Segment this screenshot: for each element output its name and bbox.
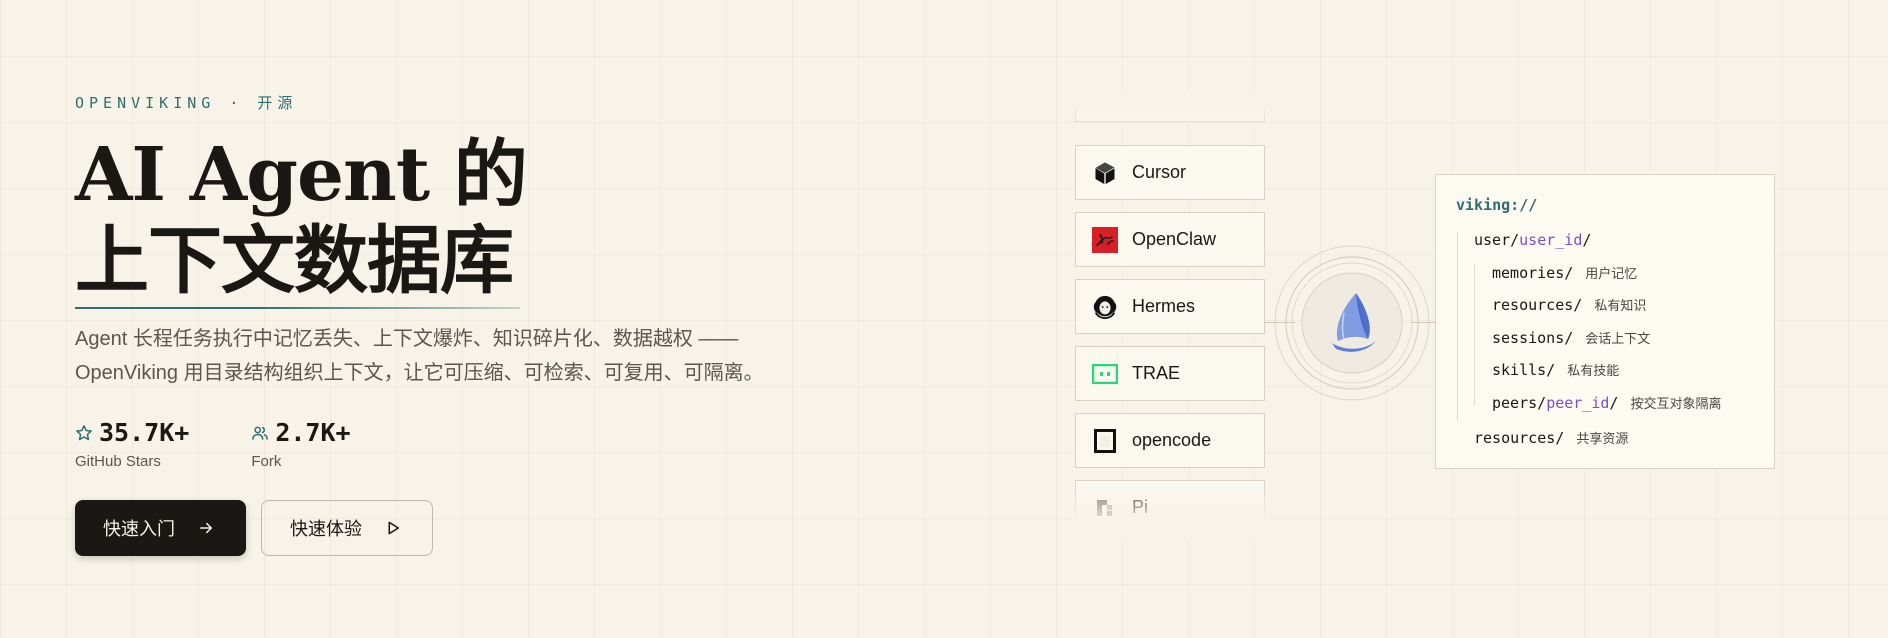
hero-section: OPENVIKING · 开源 AI Agent 的 上下文数据库 Agent …	[75, 0, 835, 638]
tree-row-peers: peers/peer_id/ 按交互对象隔离	[1492, 393, 1721, 412]
tree-row-sessions: sessions/ 会话上下文	[1492, 328, 1650, 347]
tree-note: 私有技能	[1567, 364, 1620, 379]
page-title: AI Agent 的 上下文数据库	[75, 132, 528, 304]
tree-path: memories/	[1492, 264, 1574, 282]
description-line-1: Agent 长程任务执行中记忆丢失、上下文爆炸、知识碎片化、数据越权 ——	[75, 328, 739, 350]
title-line-1: AI Agent 的	[75, 132, 528, 218]
forks-label: Fork	[251, 453, 282, 470]
trae-icon	[1092, 361, 1118, 387]
agent-list: Cursor OpenClaw Hermes TRAE opencode Pi	[1075, 95, 1265, 535]
tree-row-user: user/user_id/	[1474, 231, 1591, 249]
tree-root: viking://	[1456, 196, 1538, 214]
tree-row-skills: skills/ 私有技能	[1492, 360, 1619, 379]
opencode-icon	[1092, 428, 1118, 454]
tree-variable: user_id	[1519, 231, 1583, 249]
agent-name: OpenClaw	[1132, 229, 1217, 249]
tree-guide-line	[1474, 265, 1475, 405]
tree-note: 用户记忆	[1585, 267, 1638, 282]
tree-note: 共享资源	[1576, 432, 1629, 447]
agent-card-opencode: opencode	[1075, 413, 1265, 468]
quick-start-button[interactable]: 快速入门	[75, 500, 246, 556]
quick-try-label: 快速体验	[290, 519, 362, 539]
agent-name: Cursor	[1132, 162, 1187, 182]
stars-count: 35.7K+	[99, 418, 190, 447]
tree-note: 会话上下文	[1585, 332, 1651, 347]
tree-path: peers/	[1492, 394, 1547, 412]
title-underline	[75, 307, 520, 309]
title-line-2: 上下文数据库	[75, 218, 514, 304]
eyebrow-label: OPENVIKING · 开源	[75, 94, 298, 112]
agent-name: Hermes	[1132, 296, 1196, 316]
tree-path: sessions/	[1492, 329, 1574, 347]
tree-note: 私有知识	[1594, 299, 1647, 314]
agent-list-fade-top	[1070, 90, 1270, 130]
cursor-cube-icon	[1092, 160, 1118, 186]
stat-stars: 35.7K+ GitHub Stars	[75, 418, 189, 470]
tree-path: skills/	[1492, 361, 1556, 379]
tree-variable: peer_id	[1546, 394, 1610, 412]
tree-path-suffix: /	[1582, 231, 1592, 249]
description-line-2: OpenViking 用目录结构组织上下文，让它可压缩、可检索、可复用、可隔离。	[75, 362, 764, 384]
tree-row-shared-resources: resources/ 共享资源	[1474, 428, 1628, 447]
agent-list-fade-bottom	[1070, 480, 1270, 540]
tree-row-resources: resources/ 私有知识	[1492, 295, 1646, 314]
tree-path: resources/	[1474, 429, 1565, 447]
agent-card-openclaw: OpenClaw	[1075, 212, 1265, 267]
agent-name: TRAE	[1132, 363, 1181, 383]
play-icon	[388, 521, 399, 535]
cta-row: 快速入门 快速体验	[75, 500, 433, 556]
hub-logo	[1272, 243, 1432, 403]
tree-path-suffix: /	[1609, 394, 1619, 412]
openclaw-icon	[1092, 226, 1118, 253]
stat-forks: 2.7K+ Fork	[251, 418, 350, 470]
tree-note: 按交互对象隔离	[1630, 397, 1722, 412]
hermes-icon	[1092, 294, 1118, 320]
quick-start-label: 快速入门	[103, 519, 175, 539]
stats-row: 35.7K+ GitHub Stars 2.7K+ Fork	[75, 418, 351, 470]
agent-card-cursor: Cursor	[1075, 145, 1265, 200]
tree-guide-line	[1457, 231, 1458, 421]
forks-count: 2.7K+	[275, 418, 351, 447]
agent-card-hermes: Hermes	[1075, 279, 1265, 334]
star-icon	[76, 424, 92, 440]
tree-path: user/	[1474, 231, 1520, 249]
directory-tree-card: viking:// user/user_id/ memories/ 用户记忆 r…	[1435, 174, 1775, 469]
users-icon	[252, 426, 269, 440]
tree-path: resources/	[1492, 296, 1583, 314]
agent-name: opencode	[1132, 430, 1212, 450]
quick-try-button[interactable]: 快速体验	[261, 500, 433, 556]
tree-row-memories: memories/ 用户记忆	[1492, 263, 1637, 282]
stars-label: GitHub Stars	[75, 453, 161, 470]
agent-card-trae: TRAE	[1075, 346, 1265, 401]
arrow-right-icon	[200, 522, 212, 534]
hero-description: Agent 长程任务执行中记忆丢失、上下文爆炸、知识碎片化、数据越权 —— Op…	[75, 322, 815, 390]
